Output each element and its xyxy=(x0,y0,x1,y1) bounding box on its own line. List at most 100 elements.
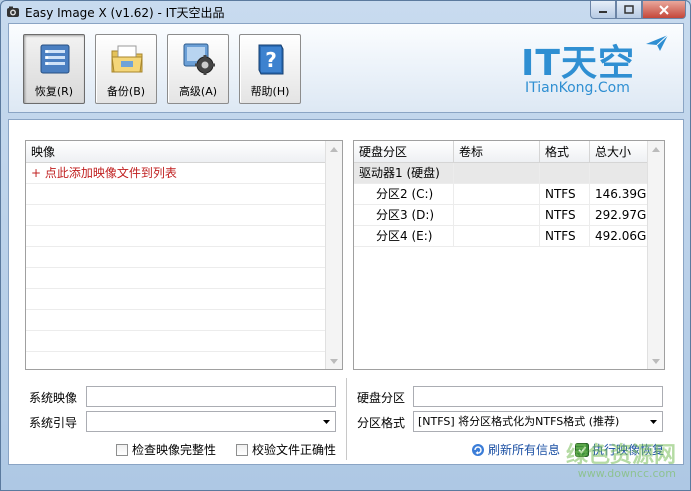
system-image-input[interactable] xyxy=(86,386,336,407)
close-icon xyxy=(659,4,669,15)
backup-folder-icon xyxy=(111,45,143,73)
drive-format xyxy=(540,163,590,183)
column-header-size[interactable]: 总大小 xyxy=(590,141,648,163)
system-boot-select[interactable] xyxy=(86,411,336,432)
partition-label xyxy=(454,226,540,246)
scroll-up-button[interactable] xyxy=(648,141,664,157)
logo-text: IT天空 xyxy=(521,43,635,84)
window-title: Easy Image X (v1.62) - IT天空出品 xyxy=(25,6,225,20)
advanced-button[interactable]: 高级(A) xyxy=(167,34,229,104)
partition-format: NTFS xyxy=(540,184,590,204)
disk-table-scrollbar[interactable] xyxy=(647,141,664,369)
disk-partition-label: 硬盘分区 xyxy=(357,391,406,405)
maximize-button[interactable] xyxy=(616,1,642,19)
list-item xyxy=(26,268,326,289)
paper-plane-icon xyxy=(646,34,669,51)
add-image-item[interactable]: + 点此添加映像文件到列表 xyxy=(26,163,326,184)
partition-name: 分区2 (C:) xyxy=(354,184,454,204)
scroll-down-icon xyxy=(652,358,660,364)
disk-table-panel: 硬盘分区 卷标 格式 总大小 驱动器1 (硬盘) 分区2 (C:) NTFS 1… xyxy=(353,140,665,370)
list-item xyxy=(26,205,326,226)
execute-icon xyxy=(575,442,589,457)
drive-label xyxy=(454,163,540,183)
image-list-scrollbar[interactable] xyxy=(325,141,342,369)
app-window: Easy Image X (v1.62) - IT天空出品 恢复(R) 备份(B… xyxy=(0,0,691,491)
table-row-drive[interactable]: 驱动器1 (硬盘) xyxy=(354,163,648,184)
scroll-down-button[interactable] xyxy=(648,353,664,369)
drive-name: 驱动器1 (硬盘) xyxy=(354,163,454,183)
close-button[interactable] xyxy=(642,1,686,19)
logo-url: ITianKong.Com xyxy=(525,80,630,96)
restore-button-label: 恢复(R) xyxy=(34,85,74,98)
partition-format-label: 分区格式 xyxy=(357,416,406,430)
verify-files-checkbox[interactable]: 校验文件正确性 xyxy=(236,441,336,458)
help-button-label: 帮助(H) xyxy=(250,85,290,98)
column-header-format[interactable]: 格式 xyxy=(540,141,590,163)
partition-format-value: [NTFS] 将分区格式化为NTFS格式 (推荐) xyxy=(418,415,620,428)
column-header-volume-label[interactable]: 卷标 xyxy=(454,141,540,163)
list-item xyxy=(26,247,326,268)
check-integrity-label: 检查映像完整性 xyxy=(132,443,217,457)
refresh-icon xyxy=(472,443,484,456)
execute-restore-text: 执行映像恢复 xyxy=(592,443,665,457)
list-item xyxy=(26,331,326,352)
toolbar: 恢复(R) 备份(B) 高级(A) ? 帮助(H) IT天空 ITianKong… xyxy=(8,23,684,113)
disk-table-header: 硬盘分区 卷标 格式 总大小 xyxy=(354,141,648,163)
partition-name: 分区4 (E:) xyxy=(354,226,454,246)
minimize-icon xyxy=(599,10,607,13)
system-boot-label: 系统引导 xyxy=(29,416,78,430)
help-book-icon: ? xyxy=(258,44,284,75)
disk-partition-input[interactable] xyxy=(413,386,663,407)
execute-restore-link[interactable]: 执行映像恢复 xyxy=(575,441,664,458)
image-list-header: 映像 xyxy=(26,141,326,163)
checkbox-box[interactable] xyxy=(236,443,248,456)
list-item xyxy=(26,184,326,205)
advanced-settings-icon xyxy=(183,43,215,75)
scroll-up-icon xyxy=(652,146,660,152)
table-row[interactable]: 分区2 (C:) NTFS 146.39G xyxy=(354,184,648,205)
window-controls xyxy=(590,1,686,19)
drive-size xyxy=(590,163,648,183)
check-integrity-checkbox[interactable]: 检查映像完整性 xyxy=(116,441,216,458)
watermark-url: www.downcc.com xyxy=(577,467,676,480)
help-button[interactable]: ? 帮助(H) xyxy=(239,34,301,104)
partition-format: NTFS xyxy=(540,226,590,246)
table-row[interactable]: 分区3 (D:) NTFS 292.97G xyxy=(354,205,648,226)
refresh-all-text: 刷新所有信息 xyxy=(488,443,561,457)
add-image-text: + 点此添加映像文件到列表 xyxy=(26,163,326,183)
partition-format-select[interactable]: [NTFS] 将分区格式化为NTFS格式 (推荐) xyxy=(413,411,663,432)
advanced-button-label: 高级(A) xyxy=(178,85,218,98)
partition-size: 146.39G xyxy=(595,187,647,201)
chevron-down-icon xyxy=(647,412,659,431)
partition-size: 292.97G xyxy=(595,208,647,222)
scroll-down-icon xyxy=(330,358,338,364)
partition-format: NTFS xyxy=(540,205,590,225)
main-content: 映像 + 点此添加映像文件到列表 硬盘分区 卷标 格式 总大小 驱动器1 (硬盘… xyxy=(8,119,684,465)
refresh-all-link[interactable]: 刷新所有信息 xyxy=(471,441,560,458)
partition-label xyxy=(454,184,540,204)
scroll-up-icon xyxy=(330,146,338,152)
list-item xyxy=(26,310,326,331)
column-header-partition[interactable]: 硬盘分区 xyxy=(354,141,454,163)
table-row[interactable]: 分区4 (E:) NTFS 492.06G xyxy=(354,226,648,247)
system-image-label: 系统映像 xyxy=(29,391,78,405)
title-bar[interactable]: Easy Image X (v1.62) - IT天空出品 xyxy=(1,1,690,23)
backup-button[interactable]: 备份(B) xyxy=(95,34,157,104)
maximize-icon xyxy=(624,5,634,14)
list-item xyxy=(26,226,326,247)
brand-logo: IT天空 ITianKong.Com xyxy=(521,34,669,102)
restore-button[interactable]: 恢复(R) xyxy=(23,34,85,104)
partition-size: 492.06G xyxy=(595,229,647,243)
restore-icon xyxy=(40,44,70,74)
verify-files-label: 校验文件正确性 xyxy=(252,443,337,457)
svg-text:?: ? xyxy=(265,48,277,72)
list-item xyxy=(26,289,326,310)
partition-name: 分区3 (D:) xyxy=(354,205,454,225)
column-header-image[interactable]: 映像 xyxy=(26,141,326,163)
app-icon xyxy=(7,6,19,17)
scroll-up-button[interactable] xyxy=(326,141,342,157)
backup-button-label: 备份(B) xyxy=(106,85,146,98)
minimize-button[interactable] xyxy=(590,1,616,19)
checkbox-box[interactable] xyxy=(116,443,128,456)
scroll-down-button[interactable] xyxy=(326,353,342,369)
